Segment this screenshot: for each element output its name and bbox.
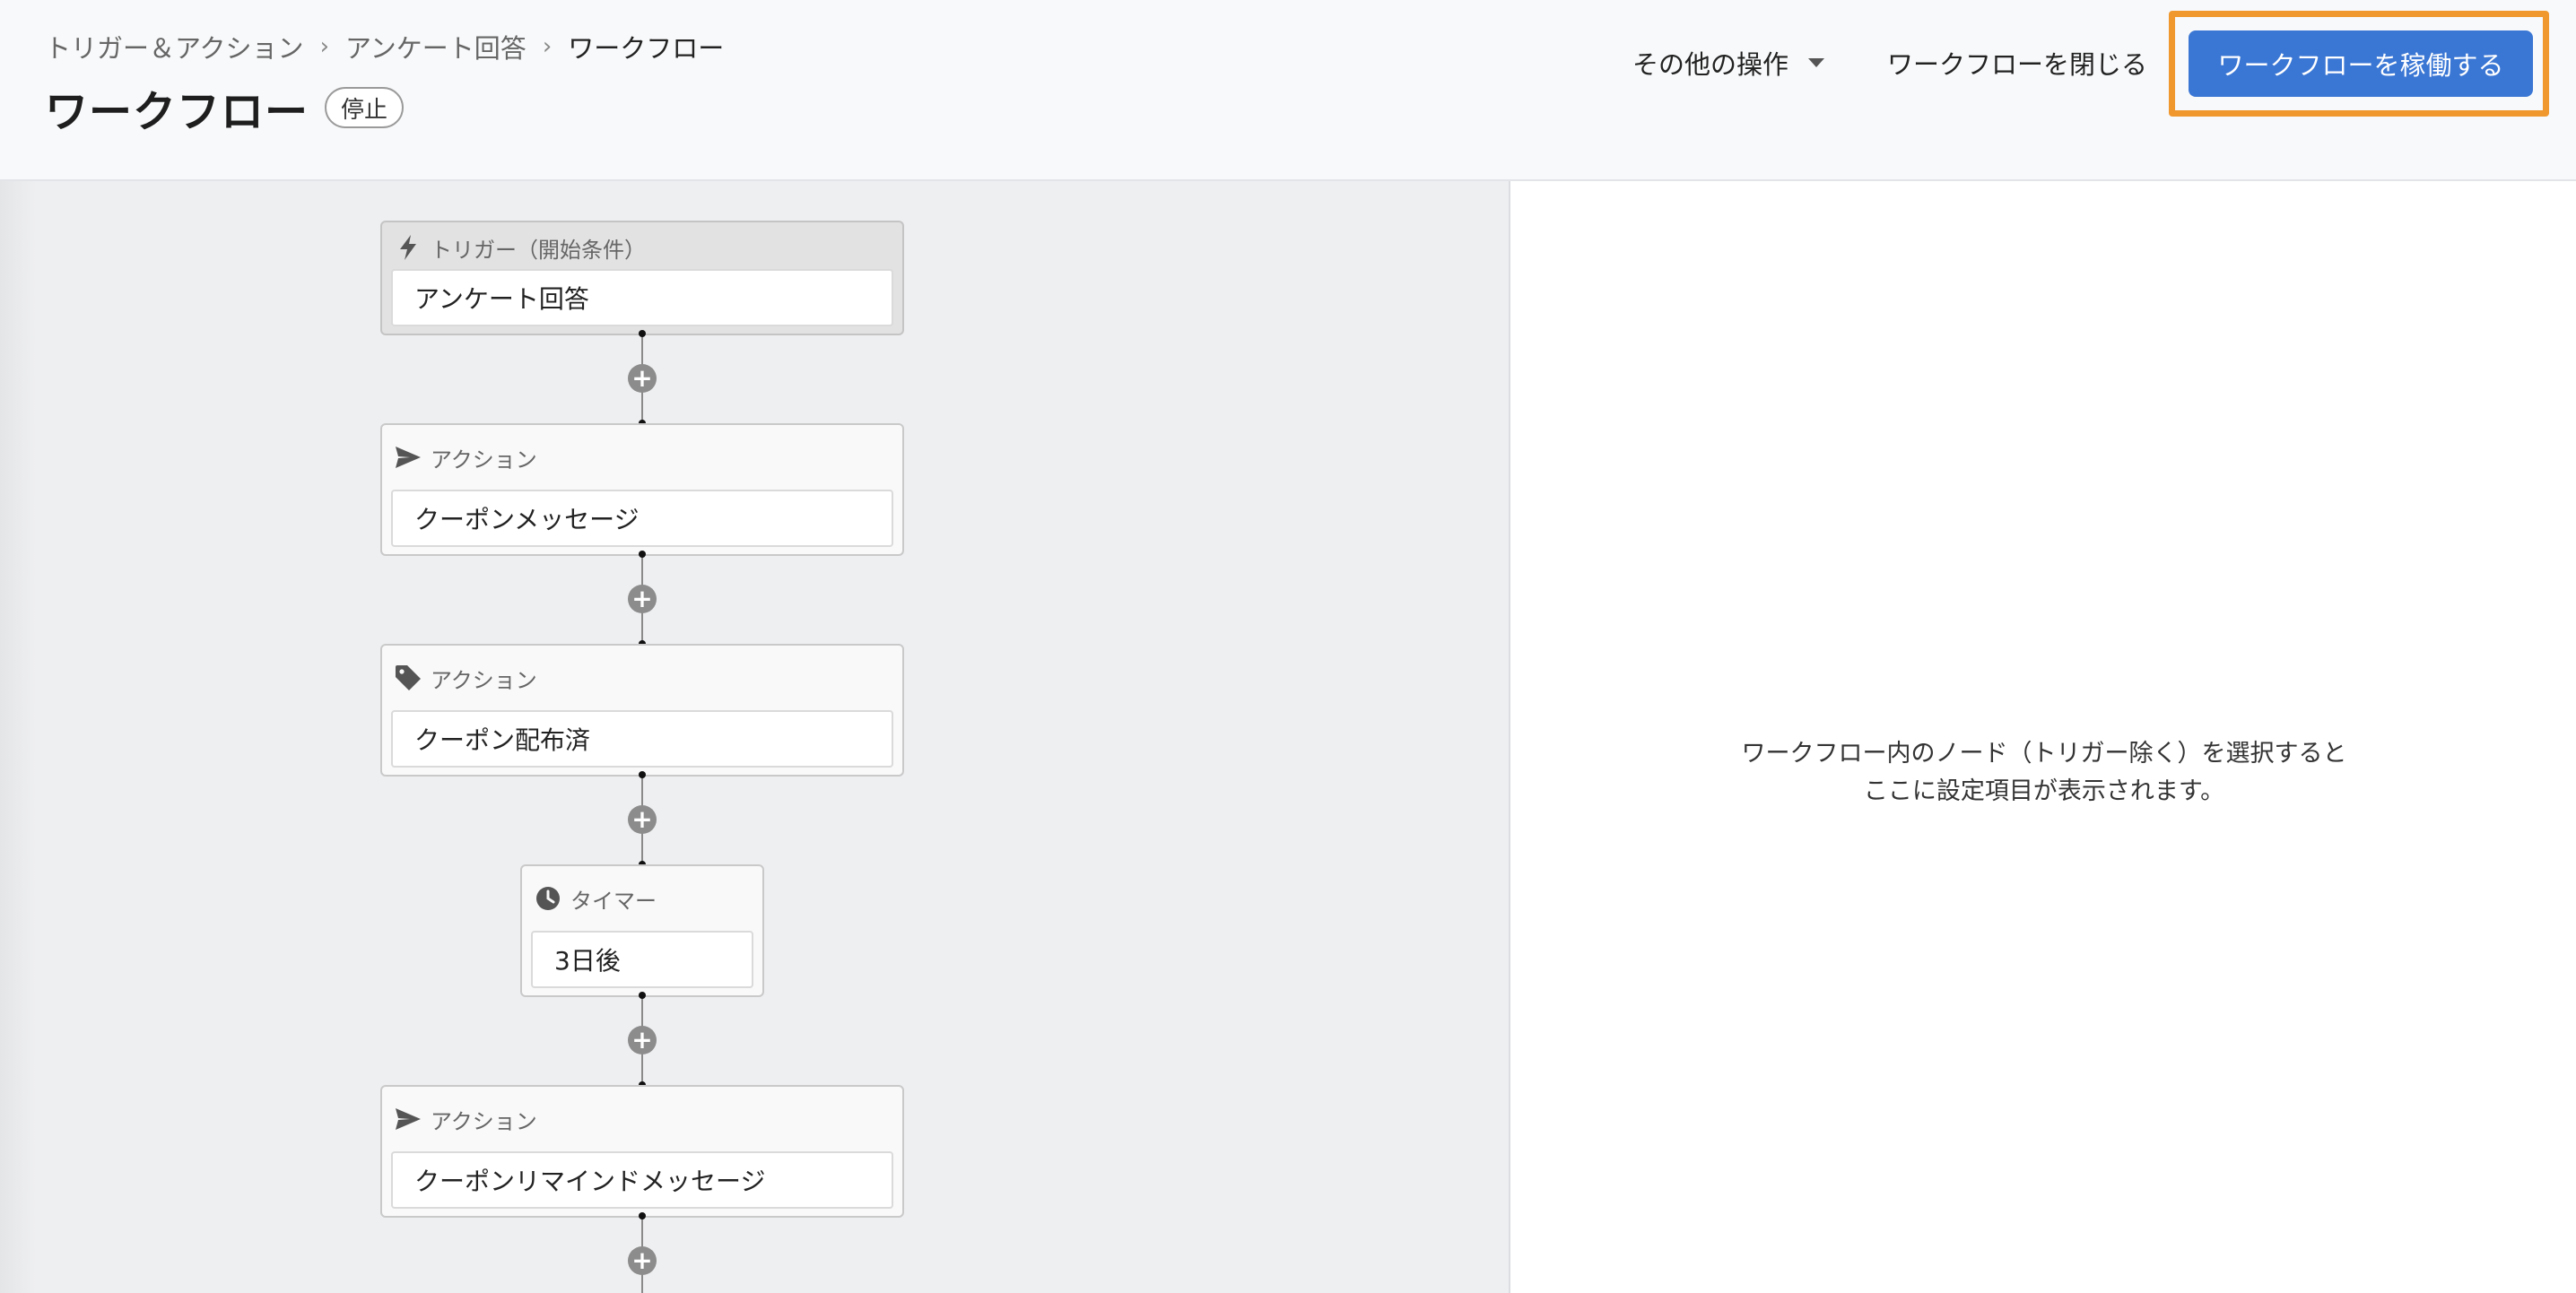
breadcrumb-item-current: ワークフロー [568, 33, 725, 64]
breadcrumb: トリガー＆アクション › アンケート回答 › ワークフロー [45, 29, 724, 65]
clock-icon [535, 885, 561, 912]
empty-state-line-2: ここに設定項目が表示されます。 [1863, 777, 2225, 805]
canvas-edge-shade [0, 181, 36, 1293]
close-workflow-button[interactable]: ワークフローを閉じる [1887, 43, 2147, 82]
send-icon [395, 444, 422, 471]
workflow-node-trigger[interactable]: トリガー（開始条件） アンケート回答 [380, 221, 904, 335]
breadcrumb-separator: › [319, 33, 329, 60]
node-value: アンケート回答 [391, 269, 893, 326]
workflow-node-timer[interactable]: タイマー 3日後 [520, 864, 764, 997]
breadcrumb-separator: › [542, 33, 553, 60]
activate-workflow-button[interactable]: ワークフローを稼働する [2189, 30, 2533, 97]
node-header: アクション [395, 1103, 537, 1135]
settings-panel: ワークフロー内のノード（トリガー除く）を選択すると ここに設定項目が表示されます… [1512, 181, 2576, 1293]
tag-icon [395, 664, 422, 691]
connector-dot [639, 330, 646, 337]
page-header: トリガー＆アクション › アンケート回答 › ワークフロー ワークフロー 停止 … [0, 0, 2576, 181]
workflow-canvas[interactable]: トリガー（開始条件） アンケート回答 + アクション クーポンメッセージ + ア… [0, 181, 1510, 1293]
connector-dot [639, 771, 646, 778]
add-node-button[interactable]: + [628, 1026, 657, 1054]
page-title: ワークフロー [45, 87, 309, 137]
node-header: トリガー（開始条件） [395, 231, 646, 264]
node-type-label: アクション [431, 447, 537, 473]
workflow-node-action[interactable]: アクション クーポンリマインドメッセージ [380, 1085, 904, 1218]
bolt-icon [395, 234, 422, 261]
workflow-node-action[interactable]: アクション クーポン配布済 [380, 644, 904, 777]
node-header: タイマー [535, 882, 657, 915]
connector-dot [639, 1212, 646, 1219]
node-header: アクション [395, 662, 537, 694]
node-type-label: アクション [431, 667, 537, 693]
empty-state-message: ワークフロー内のノード（トリガー除く）を選択すると ここに設定項目が表示されます… [1512, 735, 2576, 811]
node-value: クーポン配布済 [391, 710, 893, 768]
add-node-button[interactable]: + [628, 364, 657, 393]
breadcrumb-item-survey[interactable]: アンケート回答 [345, 28, 527, 65]
node-header: アクション [395, 441, 537, 473]
add-node-button[interactable]: + [628, 1246, 657, 1275]
caret-down-icon [1808, 58, 1825, 67]
more-actions-label: その他の操作 [1632, 49, 1789, 80]
breadcrumb-item-triggers[interactable]: トリガー＆アクション [45, 28, 304, 65]
node-type-label: トリガー（開始条件） [431, 237, 646, 263]
node-type-label: アクション [431, 1108, 537, 1134]
connector-dot [639, 551, 646, 558]
title-row: ワークフロー 停止 [45, 79, 405, 137]
empty-state-line-1: ワークフロー内のノード（トリガー除く）を選択すると [1741, 740, 2347, 768]
send-icon [395, 1106, 422, 1132]
more-actions-dropdown[interactable]: その他の操作 [1632, 43, 1825, 82]
node-value: 3日後 [531, 931, 753, 988]
add-node-button[interactable]: + [628, 585, 657, 613]
node-value: クーポンメッセージ [391, 490, 893, 547]
node-value: クーポンリマインドメッセージ [391, 1151, 893, 1209]
node-type-label: タイマー [570, 888, 657, 914]
add-node-button[interactable]: + [628, 805, 657, 834]
workflow-node-action[interactable]: アクション クーポンメッセージ [380, 423, 904, 556]
connector-dot [639, 992, 646, 999]
status-badge: 停止 [325, 87, 405, 128]
